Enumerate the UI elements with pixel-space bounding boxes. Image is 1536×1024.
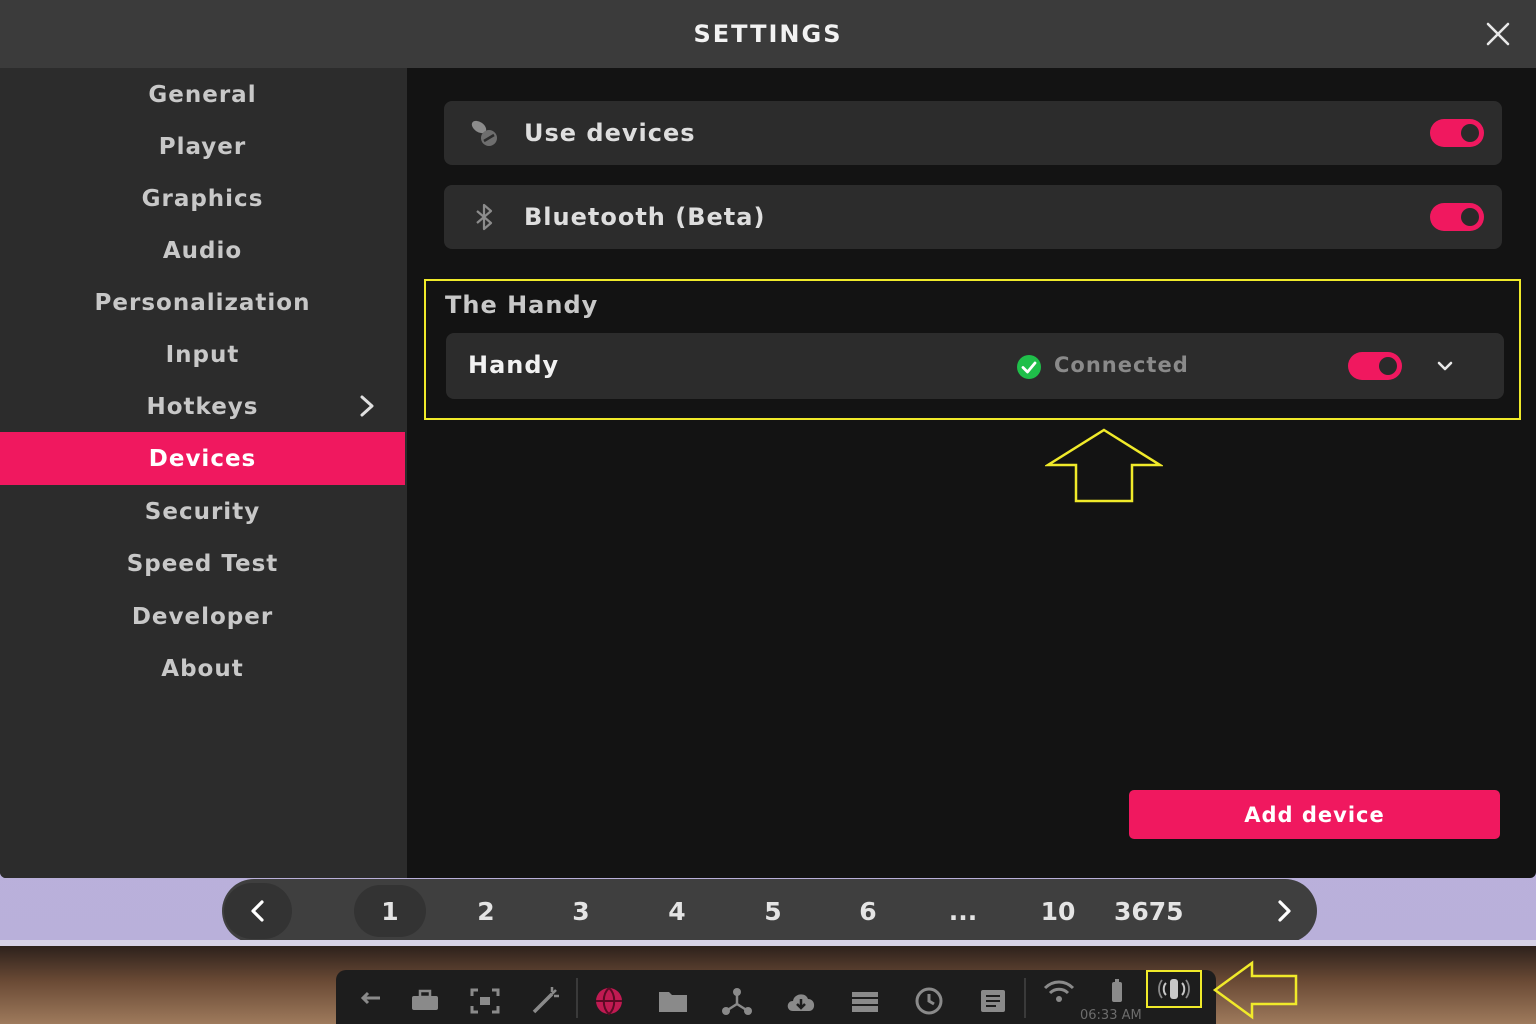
news-icon[interactable] [976, 984, 1010, 1018]
sidebar-item-label: Personalization [94, 289, 311, 316]
taskbar-separator [1024, 978, 1026, 1018]
previous-page-button[interactable] [224, 883, 292, 939]
device-vibration-icon[interactable] [1158, 974, 1190, 1004]
window-title: SETTINGS [693, 20, 843, 48]
sidebar-item-label: Developer [131, 603, 274, 630]
check-circle-icon [1017, 355, 1041, 379]
sidebar-item-label: Speed Test [126, 550, 279, 577]
taskbar: 06:33 AM [336, 970, 1216, 1024]
handy-toggle[interactable] [1348, 352, 1402, 380]
device-row-handy: Handy Connected [446, 333, 1504, 399]
page-button-10[interactable]: 10 [1032, 885, 1084, 937]
globe-icon[interactable] [592, 984, 626, 1018]
page-button-1[interactable]: 1 [354, 885, 426, 937]
sidebar-item-label: About [161, 655, 244, 682]
back-icon[interactable] [354, 984, 388, 1018]
page-ellipsis: ... [948, 896, 978, 926]
device-name: Handy [468, 351, 560, 379]
cloud-download-icon[interactable] [784, 984, 818, 1018]
page-button-5[interactable]: 5 [747, 885, 799, 937]
sidebar-item-label: Audio [162, 237, 243, 264]
device-group-title: The Handy [445, 291, 599, 319]
toolbox-icon[interactable] [408, 984, 442, 1018]
magic-wand-icon[interactable] [528, 984, 562, 1018]
sidebar-item-audio[interactable]: Audio [0, 224, 405, 277]
page-button-6[interactable]: 6 [842, 885, 894, 937]
sidebar-item-general[interactable]: General [0, 68, 405, 121]
wifi-icon [1043, 980, 1075, 1002]
add-device-button[interactable]: Add device [1129, 790, 1500, 839]
toggle-knob [1379, 357, 1397, 375]
devices-icon [471, 120, 497, 146]
page-button-3[interactable]: 3 [555, 885, 607, 937]
close-icon [1486, 22, 1510, 46]
sidebar-item-label: Security [144, 498, 261, 525]
battery-icon [1112, 979, 1122, 1002]
sidebar-item-about[interactable]: About [0, 642, 405, 695]
sidebar-item-graphics[interactable]: Graphics [0, 172, 405, 225]
sidebar-item-label: Graphics [141, 185, 264, 212]
chevron-down-icon[interactable] [1434, 355, 1456, 377]
chevron-right-icon [1278, 900, 1291, 922]
settings-window: SETTINGS General Player Graphics Audio P… [0, 0, 1536, 878]
toggle-knob [1461, 124, 1479, 142]
use-devices-toggle[interactable] [1430, 119, 1484, 147]
history-clock-icon[interactable] [912, 984, 946, 1018]
chevron-left-icon [251, 900, 264, 922]
screenshot-icon[interactable] [468, 984, 502, 1018]
network-hub-icon[interactable] [720, 984, 754, 1018]
sidebar-item-label: Hotkeys [146, 393, 259, 420]
page-button-2[interactable]: 2 [460, 885, 512, 937]
next-page-button[interactable] [1250, 883, 1318, 939]
sidebar-item-security[interactable]: Security [0, 485, 405, 538]
settings-sidebar: General Player Graphics Audio Personaliz… [0, 68, 407, 878]
sidebar-item-label: Player [158, 133, 247, 160]
library-stack-icon[interactable] [848, 984, 882, 1018]
sidebar-item-devices[interactable]: Devices [0, 432, 405, 485]
bluetooth-icon [476, 203, 493, 231]
chevron-right-icon [360, 395, 374, 417]
arrow-up-annotation [1045, 428, 1163, 503]
use-devices-row: Use devices [444, 101, 1502, 165]
sidebar-item-personalization[interactable]: Personalization [0, 276, 405, 329]
device-status: Connected [1054, 353, 1189, 377]
sidebar-item-label: General [148, 81, 257, 108]
pagination-bar: 1 2 3 4 5 6 ... 10 3675 [222, 879, 1317, 943]
bluetooth-row: Bluetooth (Beta) [444, 185, 1502, 249]
sidebar-item-label: Devices [148, 445, 257, 472]
clock: 06:33 AM [1080, 1008, 1142, 1023]
sidebar-item-hotkeys[interactable]: Hotkeys [0, 380, 405, 433]
sidebar-item-speed-test[interactable]: Speed Test [0, 537, 405, 590]
sidebar-item-input[interactable]: Input [0, 328, 405, 381]
bluetooth-label: Bluetooth (Beta) [524, 203, 766, 231]
page-button-3675[interactable]: 3675 [1114, 885, 1184, 937]
use-devices-label: Use devices [524, 119, 696, 147]
sidebar-item-player[interactable]: Player [0, 120, 405, 173]
arrow-left-annotation [1212, 960, 1298, 1020]
sidebar-item-developer[interactable]: Developer [0, 590, 405, 643]
toggle-knob [1461, 208, 1479, 226]
devices-panel: Use devices Bluetooth (Beta) The Handy H… [407, 68, 1536, 878]
page-button-4[interactable]: 4 [651, 885, 703, 937]
device-group-the-handy: The Handy Handy Connected [424, 279, 1521, 420]
sidebar-item-label: Input [165, 341, 240, 368]
folder-icon[interactable] [656, 984, 690, 1018]
taskbar-separator [576, 978, 578, 1018]
close-button[interactable] [1482, 18, 1514, 50]
title-bar: SETTINGS [0, 0, 1536, 68]
bluetooth-toggle[interactable] [1430, 203, 1484, 231]
